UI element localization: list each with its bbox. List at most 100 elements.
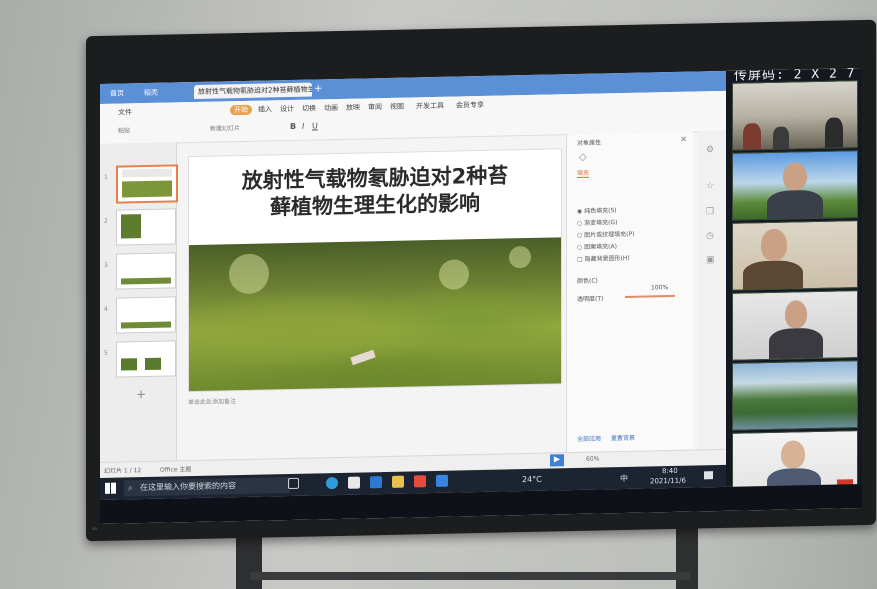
- underline-icon[interactable]: U: [312, 121, 318, 130]
- meeting-app-icon[interactable]: [436, 474, 448, 487]
- fill-option-label: 图案填充(A): [584, 243, 617, 251]
- thumb-number: 4: [104, 305, 108, 313]
- search-icon: ⌕: [128, 483, 133, 493]
- participant-tile-4[interactable]: [732, 290, 858, 361]
- slide-thumbnails: 1 2 3 4 5 +: [100, 142, 178, 462]
- thumb-number: 2: [104, 217, 108, 225]
- zoom-level[interactable]: 60%: [586, 456, 599, 463]
- participant-face: [785, 300, 807, 329]
- participant-tile-2[interactable]: [732, 150, 858, 221]
- add-slide-button[interactable]: +: [136, 387, 146, 401]
- menu-design[interactable]: 设计: [280, 104, 294, 114]
- transparency-value: 100%: [651, 284, 669, 292]
- slide-counter: 幻灯片 1 / 12: [104, 467, 142, 475]
- home-tab[interactable]: 首页: [106, 86, 128, 100]
- menu-home[interactable]: 开始: [230, 104, 252, 116]
- folder-icon[interactable]: [392, 475, 404, 488]
- participant-body: [743, 260, 803, 291]
- paste-tool[interactable]: 粘贴: [118, 125, 130, 134]
- play-button[interactable]: ▶: [550, 454, 564, 467]
- menu-insert[interactable]: 插入: [258, 104, 272, 114]
- gear-icon[interactable]: ⚙: [706, 145, 714, 155]
- thumbnail-slide-4[interactable]: [116, 296, 176, 334]
- fallen-leaf: [350, 349, 376, 366]
- close-icon[interactable]: ✕: [680, 135, 687, 144]
- menu-review[interactable]: 审阅: [368, 102, 382, 112]
- reset-background-button[interactable]: 重置背景: [611, 433, 635, 443]
- checkbox-label: 隐藏背景图形(H): [584, 254, 630, 263]
- participant-figure: [773, 126, 789, 149]
- participant-body: [769, 327, 823, 359]
- store-icon[interactable]: [348, 476, 360, 489]
- menu-transition[interactable]: 切换: [302, 103, 316, 113]
- thumbnail-slide-5[interactable]: [116, 340, 176, 378]
- stand-crossbar: [250, 572, 690, 580]
- slide-canvas[interactable]: 放射性气载物氡胁迫对2种苔 藓植物生理生化的影响: [188, 148, 562, 393]
- hide-bg-graphics-checkbox[interactable]: □ 隐藏背景图形(H): [577, 253, 630, 263]
- participant-tile-landscape[interactable]: [732, 360, 858, 431]
- clock-time[interactable]: 8:40: [662, 467, 678, 475]
- display-monitor: 首页 稻壳 放射性气载物氡胁迫对2种苔藓植物生理生化影响 + 文件 开始 插入 …: [86, 19, 876, 542]
- windows-start-icon[interactable]: [105, 482, 116, 494]
- fill-option-solid[interactable]: ◉ 纯色填充(S): [577, 205, 617, 215]
- thumb-number: 3: [104, 261, 108, 269]
- menu-file[interactable]: 文件: [118, 107, 132, 117]
- thumbnail-slide-2[interactable]: [116, 208, 176, 246]
- mail-icon[interactable]: [370, 476, 382, 489]
- weather-temperature[interactable]: 24°C: [522, 475, 542, 484]
- menu-slideshow[interactable]: 放映: [346, 103, 360, 113]
- fill-option-pattern[interactable]: ○ 图案填充(A): [577, 241, 617, 251]
- taskbar-search[interactable]: ⌕ 在这里输入你要搜索的内容: [124, 477, 290, 497]
- clock-icon[interactable]: ◷: [706, 231, 714, 241]
- wps-icon[interactable]: [414, 475, 426, 488]
- fill-option-picture[interactable]: ○ 图片或纹理填充(P): [577, 229, 634, 239]
- fill-option-label: 纯色填充(S): [584, 207, 617, 215]
- thumbnail-slide-3[interactable]: [116, 252, 176, 290]
- panel-title: 对象属性: [577, 139, 602, 147]
- panel-tab-fill[interactable]: 填充: [577, 167, 590, 178]
- object-properties-panel: 对象属性 ✕ ◇ 填充 ◉ 纯色填充(S) ○ 渐变填充(G) ○ 图片或纹理填…: [566, 131, 693, 453]
- notes-area[interactable]: 单击此处添加备注: [188, 388, 560, 410]
- clock-date[interactable]: 2021/11/6: [650, 477, 686, 486]
- search-placeholder: 在这里输入你要搜索的内容: [140, 481, 236, 493]
- light-bokeh: [439, 259, 469, 290]
- expand-icon[interactable]: ▣: [706, 255, 715, 265]
- fill-option-gradient[interactable]: ○ 渐变填充(G): [577, 217, 618, 227]
- theme-name: Office 主题: [160, 466, 192, 474]
- thumb-number: 1: [104, 173, 108, 181]
- apply-all-button[interactable]: 全部应用: [577, 433, 601, 443]
- transparency-slider[interactable]: [625, 294, 675, 298]
- menu-member[interactable]: 会员专享: [456, 100, 484, 111]
- moss-photo[interactable]: [189, 237, 561, 392]
- ime-indicator[interactable]: 中: [620, 473, 628, 484]
- screen: 首页 稻壳 放射性气载物氡胁迫对2种苔藓植物生理生化影响 + 文件 开始 插入 …: [100, 68, 862, 524]
- participant-face: [781, 440, 805, 469]
- edge-icon[interactable]: [326, 476, 338, 490]
- monitor-brand-logo: ▭: [92, 526, 97, 533]
- menu-animation[interactable]: 动画: [324, 103, 338, 113]
- participant-tile-room[interactable]: [732, 80, 858, 151]
- new-tab-button[interactable]: +: [310, 82, 326, 96]
- thumbnail-slide-1[interactable]: [116, 164, 178, 204]
- participant-tile-3[interactable]: [732, 220, 858, 291]
- docer-tab[interactable]: 稻壳: [140, 86, 162, 100]
- light-bokeh: [229, 253, 269, 295]
- menu-view[interactable]: 视图: [390, 102, 404, 112]
- fill-option-label: 图片或纹理填充(P): [584, 230, 635, 239]
- new-slide-tool[interactable]: 新建幻灯片: [210, 123, 240, 133]
- copy-icon[interactable]: ❐: [706, 207, 714, 217]
- menu-developer[interactable]: 开发工具: [416, 101, 444, 112]
- bold-icon[interactable]: B: [290, 122, 296, 131]
- star-icon[interactable]: ☆: [706, 181, 714, 191]
- notification-icon[interactable]: [704, 471, 713, 480]
- fill-option-label: 渐变填充(G): [584, 219, 618, 227]
- transparency-label: 透明度(T): [577, 295, 604, 303]
- slide-title[interactable]: 放射性气载物氡胁迫对2种苔 藓植物生理生化的影响: [199, 162, 551, 223]
- light-bokeh: [509, 245, 531, 269]
- task-view-icon[interactable]: [288, 477, 299, 490]
- file-tab[interactable]: 放射性气载物氡胁迫对2种苔藓植物生理生化影响: [194, 82, 312, 100]
- fill-icon: ◇: [579, 151, 587, 163]
- side-toolbar: ⚙ ☆ ❐ ◷ ▣: [698, 130, 726, 450]
- thumb-number: 5: [104, 349, 108, 357]
- italic-icon[interactable]: I: [302, 122, 304, 131]
